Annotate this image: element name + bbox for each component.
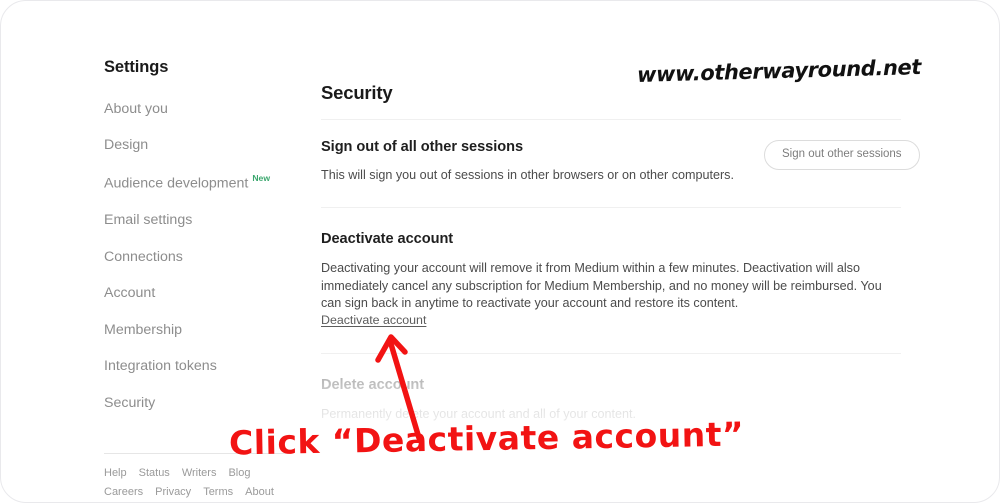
sidebar-item-label: Membership [104,321,183,338]
sidebar-item-membership[interactable]: Membership [104,323,314,337]
sidebar-item-label: Email settings [104,212,193,229]
divider [321,207,901,208]
deactivate-account-link[interactable]: Deactivate account [321,314,426,327]
app-window: Settings About you Design Audience devel… [0,0,1000,503]
footer-link-privacy[interactable]: Privacy [155,484,191,501]
divider [321,353,901,354]
settings-sidebar: Settings About you Design Audience devel… [104,59,314,433]
signout-section-title: Sign out of all other sessions [321,139,524,155]
sidebar-item-label: Audience development [104,175,249,192]
deactivate-section-body: Deactivating your account will remove it… [321,261,882,310]
footer-row-2: Careers Privacy Terms About [104,482,334,501]
new-badge: New [252,172,271,183]
signout-section-body: This will sign you out of sessions in ot… [321,168,734,182]
sidebar-item-label: Connections [104,248,183,265]
sidebar-item-label: About you [104,100,168,117]
sidebar-item-about-you[interactable]: About you [104,100,314,117]
sign-out-other-sessions-button[interactable]: Sign out other sessions [764,140,920,170]
sidebar-item-label: Integration tokens [104,358,217,375]
sidebar-item-audience-development[interactable]: Audience development New [104,172,314,192]
sidebar-item-label: Security [104,394,156,411]
footer-link-terms[interactable]: Terms [203,484,233,501]
sidebar-item-email-settings[interactable]: Email settings [104,213,314,227]
sidebar-item-label: Account [104,285,156,302]
footer-links: Help Status Writers Blog Careers Privacy Term… [104,463,334,501]
footer-link-help[interactable]: Help [104,465,127,482]
sidebar-item-label: Design [104,137,149,154]
divider [321,119,901,120]
page-title: Security [321,82,393,103]
footer-link-careers[interactable]: Careers [104,484,143,501]
footer-link-blog[interactable]: Blog [228,465,250,482]
sidebar-item-account[interactable]: Account [104,286,314,300]
sidebar-item-security[interactable]: Security [104,396,314,410]
footer-row-1: Help Status Writers Blog [104,463,334,482]
sidebar-item-connections[interactable]: Connections [104,250,314,264]
footer-link-status[interactable]: Status [139,465,170,482]
sidebar-item-design[interactable]: Design [104,138,314,152]
footer-link-about[interactable]: About [245,484,274,501]
delete-section-title: Delete account [321,377,425,393]
sidebar-item-integration-tokens[interactable]: Integration tokens [104,359,314,373]
deactivate-section-title: Deactivate account [321,231,454,247]
footer-link-writers[interactable]: Writers [182,465,217,482]
sidebar-title: Settings [104,58,169,76]
